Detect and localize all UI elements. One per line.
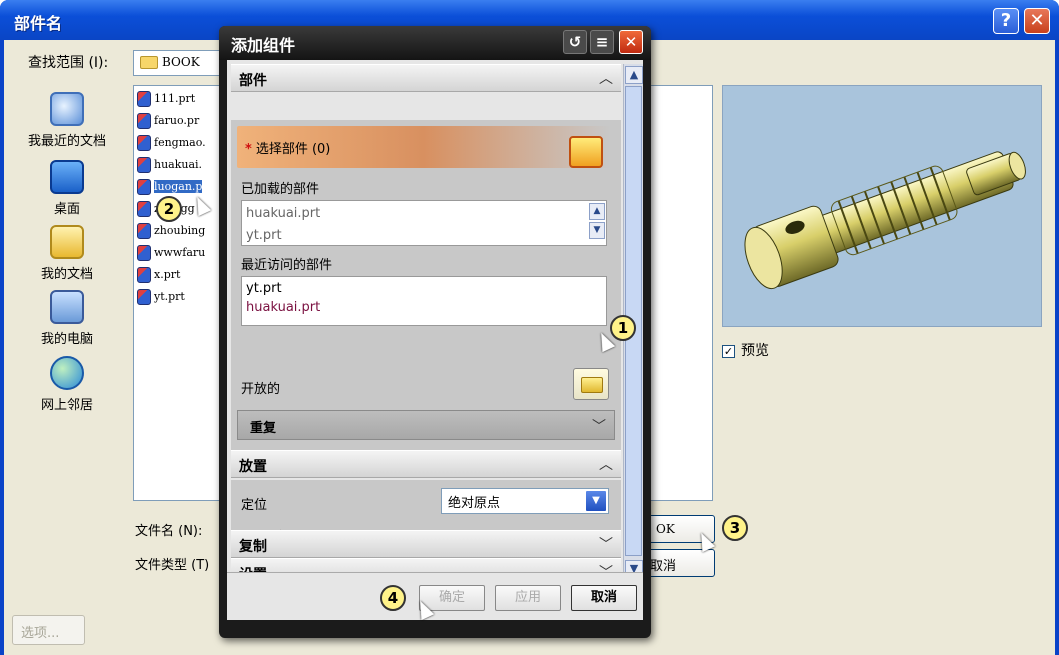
options-button: 选项... xyxy=(12,615,85,645)
part-file-icon xyxy=(137,113,151,129)
filetype-label: 文件类型 (T) xyxy=(135,558,210,573)
list-item[interactable]: huakuai.prt xyxy=(246,203,602,225)
section-title: 部件 xyxy=(239,73,267,89)
look-in-value: BOOK xyxy=(162,55,200,69)
place-label: 我最近的文档 xyxy=(27,134,106,149)
select-part-row[interactable]: * 选择部件 (0) xyxy=(237,126,611,168)
part-file-icon xyxy=(137,223,151,239)
dialog-body: 部件 ︿ * 选择部件 (0) 已加载的部件 huakuai.prt yt.prt… xyxy=(227,60,643,620)
list-scrollbar[interactable]: ▲ ▼ xyxy=(588,201,606,245)
network-places-icon xyxy=(50,356,84,390)
filename-label: 文件名 (N): xyxy=(135,524,203,539)
apply-button[interactable]: 应用 xyxy=(495,585,561,611)
list-item[interactable]: yt.prt xyxy=(246,225,602,245)
file-item[interactable]: x.prt xyxy=(137,266,180,286)
dialog-cancel-button[interactable]: 取消 xyxy=(571,585,637,611)
callout-1: 1 xyxy=(610,315,636,341)
threaded-shaft-preview xyxy=(744,151,1026,290)
chevron-down-icon: ﹀ xyxy=(599,537,613,553)
part-section-body: * 选择部件 (0) 已加载的部件 huakuai.prt yt.prt ▲ ▼ … xyxy=(231,120,621,450)
file-item[interactable]: faruo.pr xyxy=(137,112,199,132)
part-file-icon xyxy=(137,157,151,173)
open-label: 开放的 xyxy=(241,382,281,397)
reset-icon[interactable]: ↺ xyxy=(563,30,587,54)
file-item-selected[interactable]: luogan.p xyxy=(137,178,203,198)
place-desktop[interactable]: 桌面 xyxy=(17,160,117,217)
close-icon[interactable]: ✕ xyxy=(619,30,643,54)
section-header-part[interactable]: 部件 ︿ xyxy=(231,64,621,92)
menu-icon[interactable]: ≡ xyxy=(590,30,614,54)
place-recent-documents[interactable]: 我最近的文档 xyxy=(17,92,117,149)
my-computer-icon xyxy=(50,290,84,324)
help-icon[interactable]: ? xyxy=(993,8,1019,34)
add-component-dialog: 添加组件 ↺ ≡ ✕ 部件 ︿ * 选择部件 (0) 已加载的部件 huakuai… xyxy=(219,26,651,638)
recent-documents-icon xyxy=(50,92,84,126)
callout-2: 2 xyxy=(156,196,182,222)
file-item[interactable]: zhoubing xyxy=(137,222,205,242)
position-select[interactable]: 绝对原点 ▼ xyxy=(441,488,609,514)
file-item[interactable]: yt.prt xyxy=(137,288,185,308)
position-label: 定位 xyxy=(241,498,268,513)
place-label: 我的电脑 xyxy=(40,332,93,347)
repeat-subsection[interactable]: 重复 ﹀ xyxy=(237,410,615,440)
scroll-up-icon[interactable]: ▲ xyxy=(625,66,643,84)
dropdown-arrow-icon[interactable]: ▼ xyxy=(585,490,607,512)
chevron-up-icon: ︿ xyxy=(599,71,613,87)
section-header-placement[interactable]: 放置 ︿ xyxy=(231,450,621,478)
required-marker: * xyxy=(245,142,252,157)
list-item[interactable]: huakuai.prt xyxy=(246,298,602,317)
part-file-icon xyxy=(137,245,151,261)
place-my-documents[interactable]: 我的文档 xyxy=(17,225,117,282)
chevron-down-icon: ﹀ xyxy=(592,419,606,435)
recent-parts-label: 最近访问的部件 xyxy=(241,258,333,273)
file-item[interactable]: wwwfaru xyxy=(137,244,205,264)
desktop-icon xyxy=(50,160,84,194)
place-network[interactable]: 网上邻居 xyxy=(17,356,117,413)
part-file-icon xyxy=(137,91,151,107)
dialog-titlebar[interactable]: 添加组件 ↺ ≡ ✕ xyxy=(219,26,651,60)
position-value: 绝对原点 xyxy=(448,496,501,511)
place-label: 桌面 xyxy=(53,202,80,217)
callout-3: 3 xyxy=(722,515,748,541)
section-header-copy[interactable]: 复制 ﹀ xyxy=(231,530,621,558)
look-in-label: 查找范围 (I): xyxy=(28,55,109,71)
file-item[interactable]: fengmao. xyxy=(137,134,206,154)
chevron-up-icon: ︿ xyxy=(599,457,613,473)
list-item[interactable]: yt.prt xyxy=(246,279,602,298)
section-title: 放置 xyxy=(239,459,267,475)
preview-checkbox-label: 预览 xyxy=(741,343,769,359)
checkbox-checked[interactable]: ✓ xyxy=(722,344,735,358)
part-file-icon xyxy=(137,135,151,151)
close-icon[interactable]: ✕ xyxy=(1024,8,1050,34)
part-file-icon xyxy=(137,179,151,195)
repeat-label: 重复 xyxy=(250,421,277,436)
window-title: 部件名 xyxy=(14,14,63,33)
preview-checkbox[interactable]: ✓ 预览 xyxy=(722,340,769,360)
section-title: 复制 xyxy=(239,539,267,555)
look-in-combo[interactable]: BOOK xyxy=(133,50,223,76)
part-file-icon xyxy=(137,267,151,283)
folder-icon xyxy=(140,56,158,69)
select-part-label: 选择部件 (0) xyxy=(255,142,331,157)
loaded-parts-list[interactable]: huakuai.prt yt.prt ▲ ▼ xyxy=(241,200,607,246)
preview-pane xyxy=(722,85,1042,327)
open-folder-button[interactable] xyxy=(573,368,609,400)
chevron-up-icon[interactable]: ▲ xyxy=(589,203,605,220)
part-file-icon xyxy=(137,289,151,305)
place-my-computer[interactable]: 我的电脑 xyxy=(17,290,117,347)
part-file-icon xyxy=(137,201,151,217)
my-documents-icon xyxy=(50,225,84,259)
place-label: 网上邻居 xyxy=(40,398,93,413)
recent-parts-list[interactable]: yt.prt huakuai.prt xyxy=(241,276,607,326)
dialog-title: 添加组件 xyxy=(231,36,296,55)
chevron-down-icon[interactable]: ▼ xyxy=(589,222,605,239)
select-part-icon[interactable] xyxy=(569,136,603,168)
file-item[interactable]: 111.prt xyxy=(137,90,195,110)
open-folder-icon xyxy=(581,377,603,393)
file-item[interactable]: huakuai. xyxy=(137,156,202,176)
callout-4: 4 xyxy=(380,585,406,611)
dialog-footer: 确定 应用 取消 xyxy=(227,572,643,620)
loaded-parts-label: 已加载的部件 xyxy=(241,182,320,197)
place-label: 我的文档 xyxy=(40,267,93,282)
